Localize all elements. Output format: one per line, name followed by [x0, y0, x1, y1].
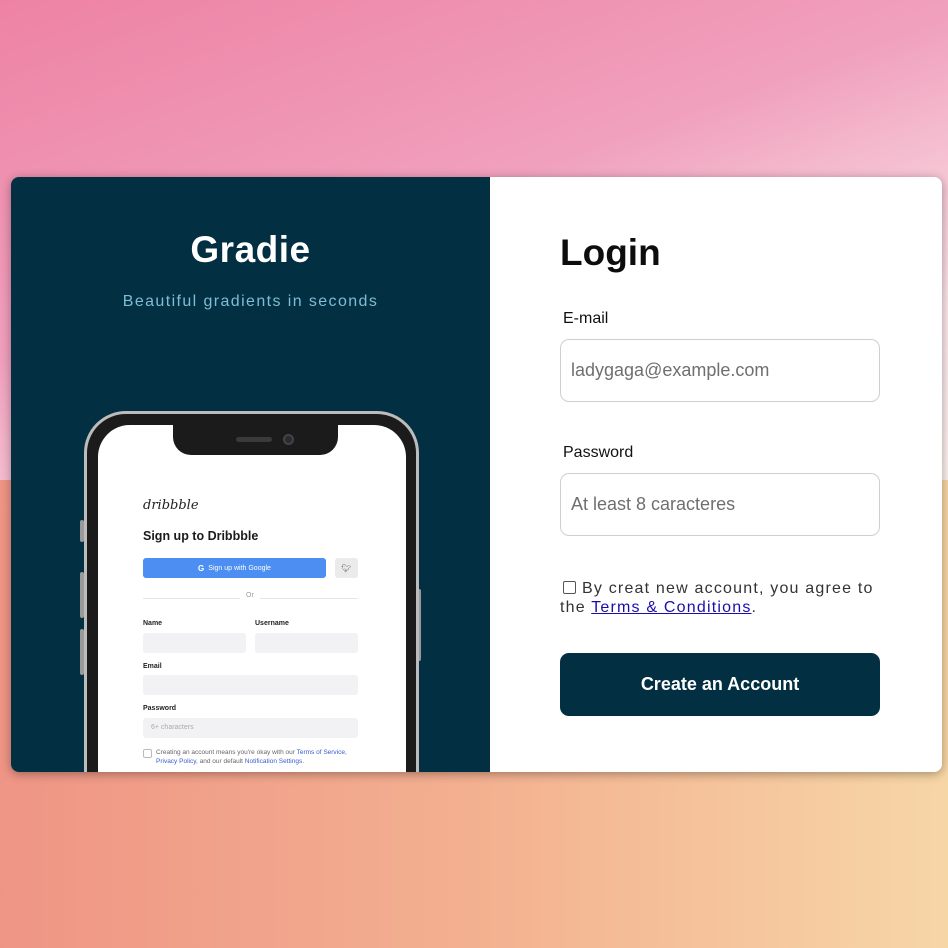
mockup-title: Sign up to Dribbble: [143, 529, 259, 543]
password-label: Password: [563, 444, 634, 461]
mockup-email-field: [143, 675, 358, 695]
mockup-name-field: [143, 633, 246, 653]
mockup-password-label: Password: [143, 705, 177, 712]
brand-tagline: Beautiful gradients in seconds: [122, 293, 379, 310]
mockup-username-field: [255, 633, 358, 653]
mockup-or-text: Or: [240, 592, 260, 599]
speaker-icon: [236, 437, 272, 442]
email-label: E-mail: [563, 310, 609, 327]
phone-screen: dribbble Sign up to Dribbble G Sign up w…: [98, 425, 406, 772]
terms-checkbox[interactable]: [563, 581, 576, 594]
auth-card: Gradie Beautiful gradients in seconds dr…: [11, 177, 942, 772]
mockup-password-placeholder: 6+ characters: [151, 724, 194, 731]
camera-icon: [283, 434, 294, 445]
email-field[interactable]: [560, 339, 880, 402]
brand-panel: Gradie Beautiful gradients in seconds dr…: [11, 177, 490, 772]
login-panel: Login E-mail Password By creat new accou…: [490, 177, 942, 772]
terms-link[interactable]: Terms & Conditions: [591, 599, 751, 616]
mockup-terms-text: Creating an account means you're okay wi…: [156, 749, 347, 765]
mockup-google-label: Sign up with Google: [208, 564, 271, 572]
mockup-password-field: 6+ characters: [143, 718, 358, 738]
login-title: Login: [560, 232, 661, 273]
mockup-checkbox: [143, 749, 152, 758]
phone-notch: [173, 425, 338, 455]
phone-mockup: dribbble Sign up to Dribbble G Sign up w…: [84, 411, 419, 772]
create-account-button[interactable]: Create an Account: [560, 653, 880, 716]
mockup-google-button: G Sign up with Google: [143, 558, 326, 578]
dribbble-logo: dribbble: [143, 498, 199, 513]
twitter-icon: 🐦︎: [335, 558, 358, 578]
google-icon: G: [198, 563, 205, 573]
brand-title: Gradie: [190, 229, 311, 270]
password-field[interactable]: [560, 473, 880, 536]
mockup-email-label: Email: [143, 663, 162, 670]
terms-agreement: By creat new account, you agree to the T…: [560, 580, 874, 616]
mockup-username-label: Username: [255, 620, 289, 627]
mockup-name-label: Name: [143, 620, 163, 627]
